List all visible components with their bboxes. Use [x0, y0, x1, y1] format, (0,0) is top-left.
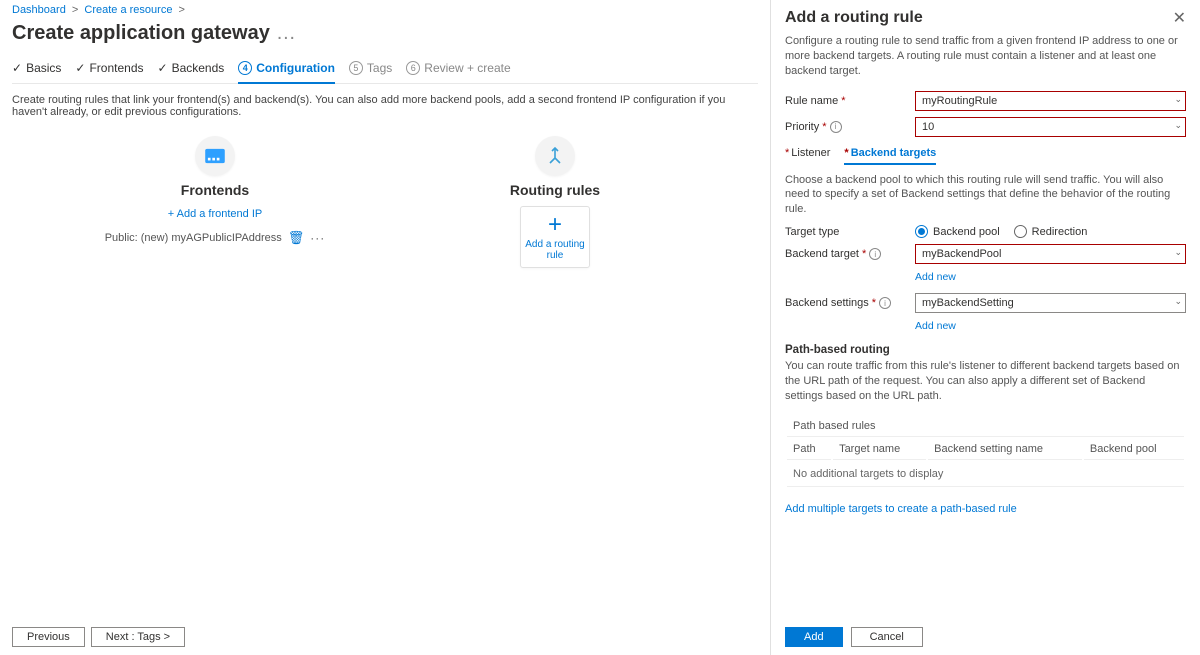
add-multiple-targets-link[interactable]: Add multiple targets to create a path-ba…: [785, 503, 1017, 515]
previous-button[interactable]: Previous: [12, 627, 85, 647]
tab-basics[interactable]: ✓Basics: [12, 55, 61, 83]
priority-label: Priority * i: [785, 121, 915, 133]
close-icon[interactable]: ✕: [1173, 8, 1186, 28]
tab-tags[interactable]: 5Tags: [349, 55, 392, 83]
delete-icon[interactable]: 🗑: [288, 230, 305, 246]
tab-configuration[interactable]: 4Configuration: [238, 55, 335, 83]
frontend-entry: Public: (new) myAGPublicIPAddress 🗑 ···: [75, 230, 355, 246]
backend-target-label: Backend target * i: [785, 248, 915, 260]
frontends-title: Frontends: [75, 182, 355, 198]
col-target-name: Target name: [833, 439, 926, 460]
tab-frontends[interactable]: ✓Frontends: [75, 55, 143, 83]
cancel-button[interactable]: Cancel: [851, 627, 923, 647]
tab-review[interactable]: 6Review + create: [406, 55, 510, 83]
path-rules-header: Path based rules: [787, 416, 1184, 437]
col-path: Path: [787, 439, 831, 460]
path-rules-empty: No additional targets to display: [787, 462, 1184, 487]
info-icon[interactable]: i: [830, 121, 842, 133]
check-icon: ✓: [158, 61, 168, 75]
config-description: Create routing rules that link your fron…: [12, 84, 758, 136]
sub-tab-listener[interactable]: *Listener: [785, 143, 830, 165]
breadcrumb-dashboard[interactable]: Dashboard: [12, 4, 66, 16]
sub-tab-backend-targets[interactable]: *Backend targets: [844, 143, 936, 165]
target-type-backend-pool-radio[interactable]: Backend pool: [915, 225, 1000, 238]
breadcrumb-create-resource[interactable]: Create a resource: [84, 4, 172, 16]
path-rules-table: Path based rules Path Target name Backen…: [785, 414, 1186, 489]
add-button[interactable]: Add: [785, 627, 843, 647]
backend-settings-label: Backend settings * i: [785, 297, 915, 309]
wizard-tabs: ✓Basics ✓Frontends ✓Backends 4Configurat…: [12, 55, 758, 84]
step-number-icon: 5: [349, 61, 363, 75]
priority-input[interactable]: [915, 117, 1186, 137]
radio-checked-icon: [915, 225, 928, 238]
more-icon[interactable]: ···: [310, 231, 325, 245]
col-backend-setting: Backend setting name: [928, 439, 1082, 460]
page-title: Create application gateway…: [12, 18, 758, 55]
tab-backends[interactable]: ✓Backends: [158, 55, 225, 83]
backend-target-select[interactable]: myBackendPool: [915, 244, 1186, 264]
panel-title: Add a routing rule: [785, 9, 923, 27]
col-backend-pool: Backend pool: [1084, 439, 1184, 460]
add-routing-rule-card[interactable]: + Add a routing rule: [520, 206, 590, 268]
panel-intro: Configure a routing rule to send traffic…: [785, 34, 1186, 79]
target-type-redirection-radio[interactable]: Redirection: [1014, 225, 1088, 238]
check-icon: ✓: [12, 61, 22, 75]
path-routing-heading: Path-based routing: [785, 344, 1186, 356]
info-icon[interactable]: i: [879, 297, 891, 309]
rule-name-label: Rule name *: [785, 95, 915, 107]
step-number-icon: 6: [406, 61, 420, 75]
routing-rules-column: Routing rules + Add a routing rule: [415, 136, 695, 268]
plus-icon: +: [548, 213, 562, 237]
routing-icon: [535, 136, 575, 176]
routing-rules-title: Routing rules: [415, 182, 695, 198]
breadcrumb: Dashboard > Create a resource >: [12, 0, 758, 18]
backend-help: Choose a backend pool to which this rout…: [785, 173, 1186, 218]
add-new-backend-settings-link[interactable]: Add new: [915, 320, 956, 332]
target-type-label: Target type: [785, 226, 915, 238]
add-frontend-ip-link[interactable]: + Add a frontend IP: [168, 208, 263, 220]
next-button[interactable]: Next : Tags >: [91, 627, 185, 647]
step-number-icon: 4: [238, 61, 252, 75]
frontends-column: Frontends + Add a frontend IP Public: (n…: [75, 136, 355, 268]
frontends-icon: [195, 136, 235, 176]
path-routing-help: You can route traffic from this rule's l…: [785, 359, 1186, 404]
check-icon: ✓: [75, 61, 85, 75]
rule-name-input[interactable]: [915, 91, 1186, 111]
info-icon[interactable]: i: [869, 248, 881, 260]
add-new-backend-target-link[interactable]: Add new: [915, 271, 956, 283]
add-routing-rule-panel: Add a routing rule ✕ Configure a routing…: [770, 0, 1200, 655]
backend-settings-select[interactable]: myBackendSetting: [915, 293, 1186, 313]
radio-unchecked-icon: [1014, 225, 1027, 238]
